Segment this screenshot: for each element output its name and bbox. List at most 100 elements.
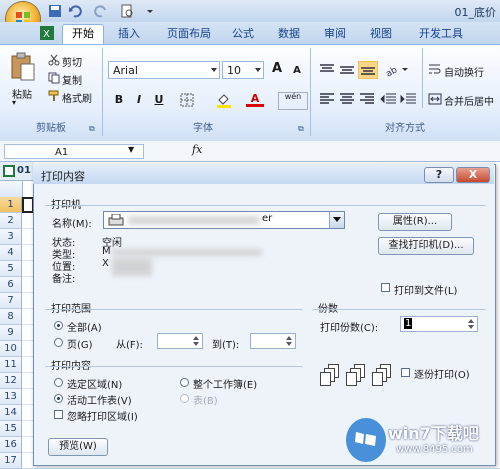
fill-color-icon[interactable] — [216, 92, 232, 108]
tab-page-layout[interactable]: 页面布局 — [160, 25, 218, 44]
borders-icon[interactable] — [180, 93, 194, 107]
spin-down-icon[interactable] — [468, 325, 474, 329]
name-box[interactable]: A1 — [4, 144, 144, 159]
copy-icon[interactable] — [48, 72, 60, 84]
chevron-down-icon — [255, 68, 261, 72]
format-painter-icon[interactable] — [48, 90, 60, 102]
range-pages-radio[interactable] — [54, 338, 63, 347]
row-header[interactable]: 13 — [0, 389, 22, 405]
close-button[interactable]: X — [456, 167, 490, 183]
row-header[interactable]: 12 — [0, 373, 22, 389]
grow-font-button[interactable]: A — [268, 61, 286, 77]
merge-center-button[interactable]: 合并后居中 — [444, 93, 494, 108]
align-left-icon[interactable] — [318, 92, 336, 106]
fx-button[interactable]: fx — [192, 143, 202, 156]
spin-down-icon[interactable] — [286, 342, 292, 346]
cut-icon[interactable] — [48, 54, 60, 66]
font-color-button[interactable]: A — [246, 91, 264, 107]
redo-icon[interactable] — [94, 4, 108, 18]
tab-home[interactable]: 开始 — [62, 24, 104, 46]
tab-data[interactable]: 数据 — [272, 25, 306, 44]
spin-down-icon[interactable] — [193, 342, 199, 346]
row-header[interactable]: 2 — [0, 213, 22, 229]
font-size-combo[interactable]: 10 — [222, 61, 264, 79]
print-to-file-checkbox[interactable] — [381, 283, 390, 292]
row-header[interactable]: 16 — [0, 437, 22, 453]
align-middle-icon[interactable] — [338, 63, 356, 77]
range-from-spinner[interactable] — [157, 333, 203, 349]
row-header[interactable]: 1 — [0, 197, 22, 213]
preview-button[interactable]: 预览(W) — [48, 438, 108, 456]
row-header[interactable]: 3 — [0, 229, 22, 245]
whole-workbook-radio[interactable] — [180, 378, 189, 387]
page-icon — [372, 372, 383, 386]
italic-button[interactable]: I — [130, 92, 148, 108]
tab-insert[interactable]: 插入 — [112, 25, 146, 44]
clipboard-launcher-icon[interactable]: ⧉ — [89, 124, 95, 134]
font-launcher-icon[interactable]: ⧉ — [298, 124, 304, 134]
range-to-spinner[interactable] — [250, 333, 296, 349]
dialog-title: 打印内容 — [41, 170, 85, 183]
collate-illustration — [372, 364, 394, 386]
tab-view[interactable]: 视图 — [364, 25, 398, 44]
font-name-value: Arial — [113, 64, 138, 77]
row-header[interactable]: 14 — [0, 405, 22, 421]
collate-checkbox[interactable] — [401, 368, 410, 377]
phonetic-button[interactable]: wén — [278, 92, 308, 110]
printer-select-dropdown[interactable] — [329, 212, 344, 228]
shrink-font-button[interactable]: A — [288, 63, 306, 79]
undo-icon[interactable] — [68, 4, 82, 18]
row-header[interactable]: 5 — [0, 261, 22, 277]
print-preview-icon[interactable] — [120, 4, 134, 18]
spin-up-icon[interactable] — [286, 336, 292, 340]
row-header[interactable]: 7 — [0, 293, 22, 309]
row-header[interactable]: 11 — [0, 357, 22, 373]
underline-button[interactable]: U — [150, 92, 168, 108]
tab-review[interactable]: 审阅 — [318, 25, 352, 44]
chevron-down-icon — [211, 68, 217, 72]
orientation-icon[interactable]: ab — [384, 62, 408, 78]
cut-button[interactable]: 剪切 — [62, 54, 82, 69]
namebox-dropdown-icon[interactable]: ▼ — [128, 145, 134, 154]
merge-center-icon[interactable] — [428, 92, 442, 106]
row-header[interactable]: 4 — [0, 245, 22, 261]
wrap-text-icon[interactable] — [428, 63, 442, 77]
row-header[interactable]: 10 — [0, 341, 22, 357]
paste-icon[interactable] — [10, 52, 36, 82]
spin-up-icon[interactable] — [468, 319, 474, 323]
align-top-icon[interactable] — [318, 63, 336, 77]
qat-dropdown-icon[interactable] — [146, 4, 154, 18]
wrap-text-button[interactable]: 自动换行 — [444, 64, 484, 79]
selection-radio[interactable] — [54, 378, 63, 387]
save-icon[interactable] — [48, 4, 62, 18]
row-header[interactable]: 8 — [0, 309, 22, 325]
active-sheet-radio[interactable] — [54, 394, 63, 403]
tab-developer[interactable]: 开发工具 — [412, 25, 470, 44]
align-bottom-icon[interactable] — [358, 61, 378, 79]
row-header[interactable]: 9 — [0, 325, 22, 341]
align-center-icon[interactable] — [338, 92, 356, 106]
help-button[interactable]: ? — [424, 167, 454, 183]
paste-dropdown-icon[interactable]: ▾ — [12, 98, 16, 107]
row-header[interactable]: 17 — [0, 453, 22, 469]
printer-select[interactable]: er — [103, 211, 345, 229]
copy-button[interactable]: 复制 — [62, 72, 82, 87]
font-name-combo[interactable]: Arial — [108, 61, 220, 79]
decrease-indent-icon[interactable] — [380, 92, 398, 106]
range-all-radio[interactable] — [54, 321, 63, 330]
properties-button[interactable]: 属性(R)... — [378, 213, 452, 231]
format-painter-button[interactable]: 格式刷 — [62, 90, 92, 105]
increase-indent-icon[interactable] — [400, 92, 418, 106]
table-label: 表(B) — [193, 396, 218, 407]
tab-formulas[interactable]: 公式 — [226, 25, 260, 44]
workbook-icon — [3, 165, 15, 177]
spin-up-icon[interactable] — [193, 336, 199, 340]
bold-button[interactable]: B — [110, 92, 128, 108]
find-printer-button[interactable]: 查找打印机(D)... — [378, 237, 474, 255]
row-header[interactable]: 15 — [0, 421, 22, 437]
align-right-icon[interactable] — [358, 92, 376, 106]
ignore-print-area-checkbox[interactable] — [54, 410, 63, 419]
select-all-corner[interactable] — [0, 181, 23, 198]
row-header[interactable]: 6 — [0, 277, 22, 293]
copies-spinner[interactable]: 1 — [400, 316, 478, 332]
